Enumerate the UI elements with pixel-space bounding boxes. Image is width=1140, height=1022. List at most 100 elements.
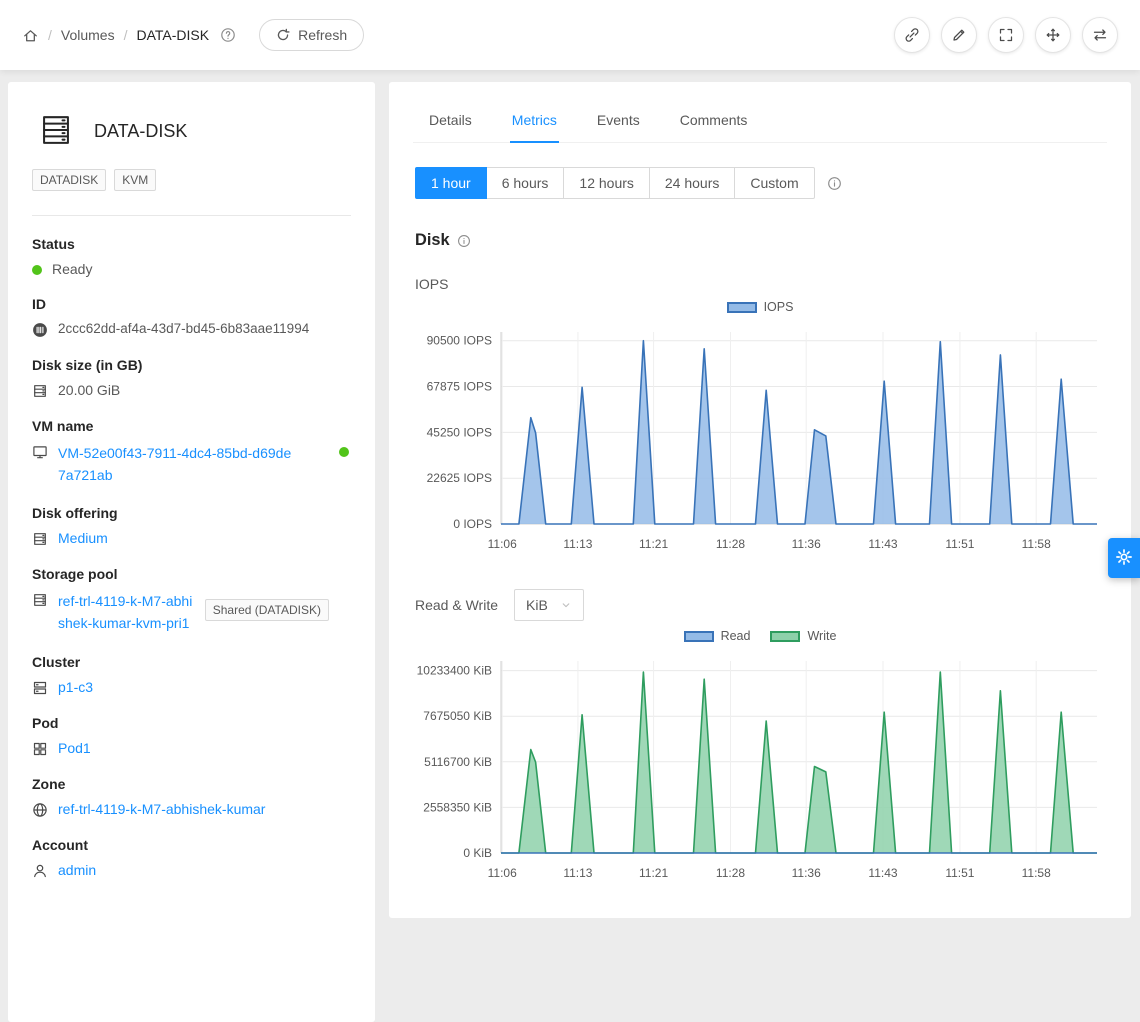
range-info-icon[interactable] (827, 176, 842, 191)
edit-button[interactable] (941, 17, 977, 53)
unit-select-value: KiB (526, 597, 548, 613)
section-title-text: Disk (415, 231, 450, 250)
time-range-group: 1 hour6 hours12 hours24 hoursCustom (413, 167, 1107, 199)
field-disk-size-in-gb: Disk size (in GB) 20.00 GiB (32, 357, 351, 399)
range-12-hours[interactable]: 12 hours (564, 167, 649, 199)
reload-icon (276, 28, 290, 42)
breadcrumb: / Volumes / DATA-DISK Refresh (22, 19, 364, 51)
field-account-value[interactable]: admin (58, 862, 96, 878)
field-status: StatusReady (32, 236, 351, 277)
field-value: VM-52e00f43-7911-4dc4-85bd-d69de7a721ab (32, 443, 351, 486)
legend-label: Read (721, 629, 751, 643)
range-6-hours[interactable]: 6 hours (487, 167, 565, 199)
move-button[interactable] (1035, 17, 1071, 53)
unit-select[interactable]: KiB (514, 589, 584, 621)
svg-text:45250 IOPS: 45250 IOPS (427, 425, 492, 439)
legend-read[interactable]: Read (684, 629, 751, 643)
resource-tag-kvm: KVM (114, 169, 156, 191)
metrics-section-title: Disk (413, 231, 1107, 250)
breadcrumb-current: DATA-DISK (136, 27, 209, 43)
svg-text:11:36: 11:36 (792, 866, 821, 880)
settings-button[interactable] (1108, 538, 1140, 578)
legend-swatch (684, 631, 714, 642)
barcode-icon (32, 322, 48, 338)
storage-pool-tag: Shared (DATADISK) (205, 599, 329, 621)
field-value: ref-trl-4119-k-M7-abhishek-kumar (32, 801, 351, 818)
svg-text:90500 IOPS: 90500 IOPS (427, 334, 492, 348)
field-vm-name: VM nameVM-52e00f43-7911-4dc4-85bd-d69de7… (32, 418, 351, 486)
info-icon (827, 176, 842, 191)
top-bar: / Volumes / DATA-DISK Refresh (0, 0, 1140, 70)
expand-view-button[interactable] (988, 17, 1024, 53)
field-value: Ready (32, 261, 351, 277)
breadcrumb-volumes[interactable]: Volumes (61, 27, 115, 43)
user-icon (32, 863, 48, 879)
breadcrumb-separator: / (124, 27, 128, 43)
field-cluster-value[interactable]: p1-c3 (58, 679, 93, 695)
refresh-button[interactable]: Refresh (259, 19, 364, 51)
range-1-hour[interactable]: 1 hour (415, 167, 487, 199)
chart-canvas: 0 IOPS22625 IOPS45250 IOPS67875 IOPS9050… (413, 318, 1103, 558)
tab-events[interactable]: Events (595, 100, 642, 142)
svg-text:11:51: 11:51 (945, 537, 974, 551)
field-label: Storage pool (32, 566, 351, 582)
field-label: Pod (32, 715, 351, 731)
field-disk-offering-value[interactable]: Medium (58, 530, 108, 546)
field-id-value: 2ccc62dd-af4a-43d7-bd45-6b83aae11994 (58, 321, 309, 336)
move-icon (1045, 27, 1061, 43)
iops-chart-title: IOPS (413, 276, 1107, 292)
svg-text:7675050 KiB: 7675050 KiB (423, 709, 492, 723)
svg-text:11:43: 11:43 (868, 866, 897, 880)
attach-button[interactable] (894, 17, 930, 53)
svg-text:0 IOPS: 0 IOPS (453, 517, 492, 531)
legend-iops[interactable]: IOPS (727, 300, 794, 314)
tabs: Details Metrics Events Comments (413, 100, 1107, 143)
svg-text:11:06: 11:06 (488, 537, 517, 551)
legend-write[interactable]: Write (770, 629, 836, 643)
content: DATA-DISK DATADISKKVM StatusReadyID2ccc6… (0, 70, 1140, 1022)
svg-text:11:21: 11:21 (639, 866, 668, 880)
tab-comments[interactable]: Comments (678, 100, 750, 142)
reload-icon (276, 28, 290, 42)
legend-label: Write (807, 629, 836, 643)
migrate-icon (1092, 27, 1108, 43)
chevdown-icon (560, 599, 572, 611)
storage-icon (32, 531, 48, 547)
readwrite-header: Read & Write KiB (413, 589, 1107, 621)
field-vm-name-value[interactable]: VM-52e00f43-7911-4dc4-85bd-d69de7a721ab (58, 443, 294, 486)
field-value: ref-trl-4119-k-M7-abhishek-kumar-kvm-pri… (32, 591, 351, 634)
svg-text:11:51: 11:51 (945, 866, 974, 880)
range-24-hours[interactable]: 24 hours (650, 167, 735, 199)
tab-details[interactable]: Details (427, 100, 474, 142)
svg-text:11:13: 11:13 (563, 537, 592, 551)
detail-panel: Details Metrics Events Comments 1 hour6 hou… (389, 82, 1131, 918)
svg-text:22625 IOPS: 22625 IOPS (427, 471, 492, 485)
field-value: Pod1 (32, 740, 351, 757)
field-storage-pool-value[interactable]: ref-trl-4119-k-M7-abhishek-kumar-kvm-pri… (58, 591, 193, 634)
help-icon[interactable] (220, 27, 236, 43)
field-pod-value[interactable]: Pod1 (58, 740, 91, 756)
tab-metrics[interactable]: Metrics (510, 100, 559, 143)
field-label: Account (32, 837, 351, 853)
field-zone-value[interactable]: ref-trl-4119-k-M7-abhishek-kumar (58, 801, 265, 817)
resource-header: DATA-DISK (32, 106, 351, 151)
resource-fields: StatusReadyID2ccc62dd-af4a-43d7-bd45-6b8… (32, 236, 351, 879)
info-icon[interactable] (457, 234, 471, 248)
field-label: Disk size (in GB) (32, 357, 351, 373)
range-custom[interactable]: Custom (735, 167, 814, 199)
field-value: admin (32, 862, 351, 879)
storage-icon (32, 592, 48, 608)
svg-text:11:21: 11:21 (639, 537, 668, 551)
field-value: 20.00 GiB (32, 382, 351, 399)
chevron-down-icon (560, 599, 572, 611)
svg-text:11:28: 11:28 (716, 866, 745, 880)
legend-label: IOPS (764, 300, 794, 314)
home-icon[interactable] (22, 27, 39, 44)
appstore-icon (32, 741, 48, 757)
svg-text:11:28: 11:28 (716, 537, 745, 551)
globe-icon (32, 802, 48, 818)
resource-tags: DATADISKKVM (32, 169, 351, 191)
action-buttons (894, 17, 1118, 53)
migrate-button[interactable] (1082, 17, 1118, 53)
cluster-icon (32, 680, 48, 696)
